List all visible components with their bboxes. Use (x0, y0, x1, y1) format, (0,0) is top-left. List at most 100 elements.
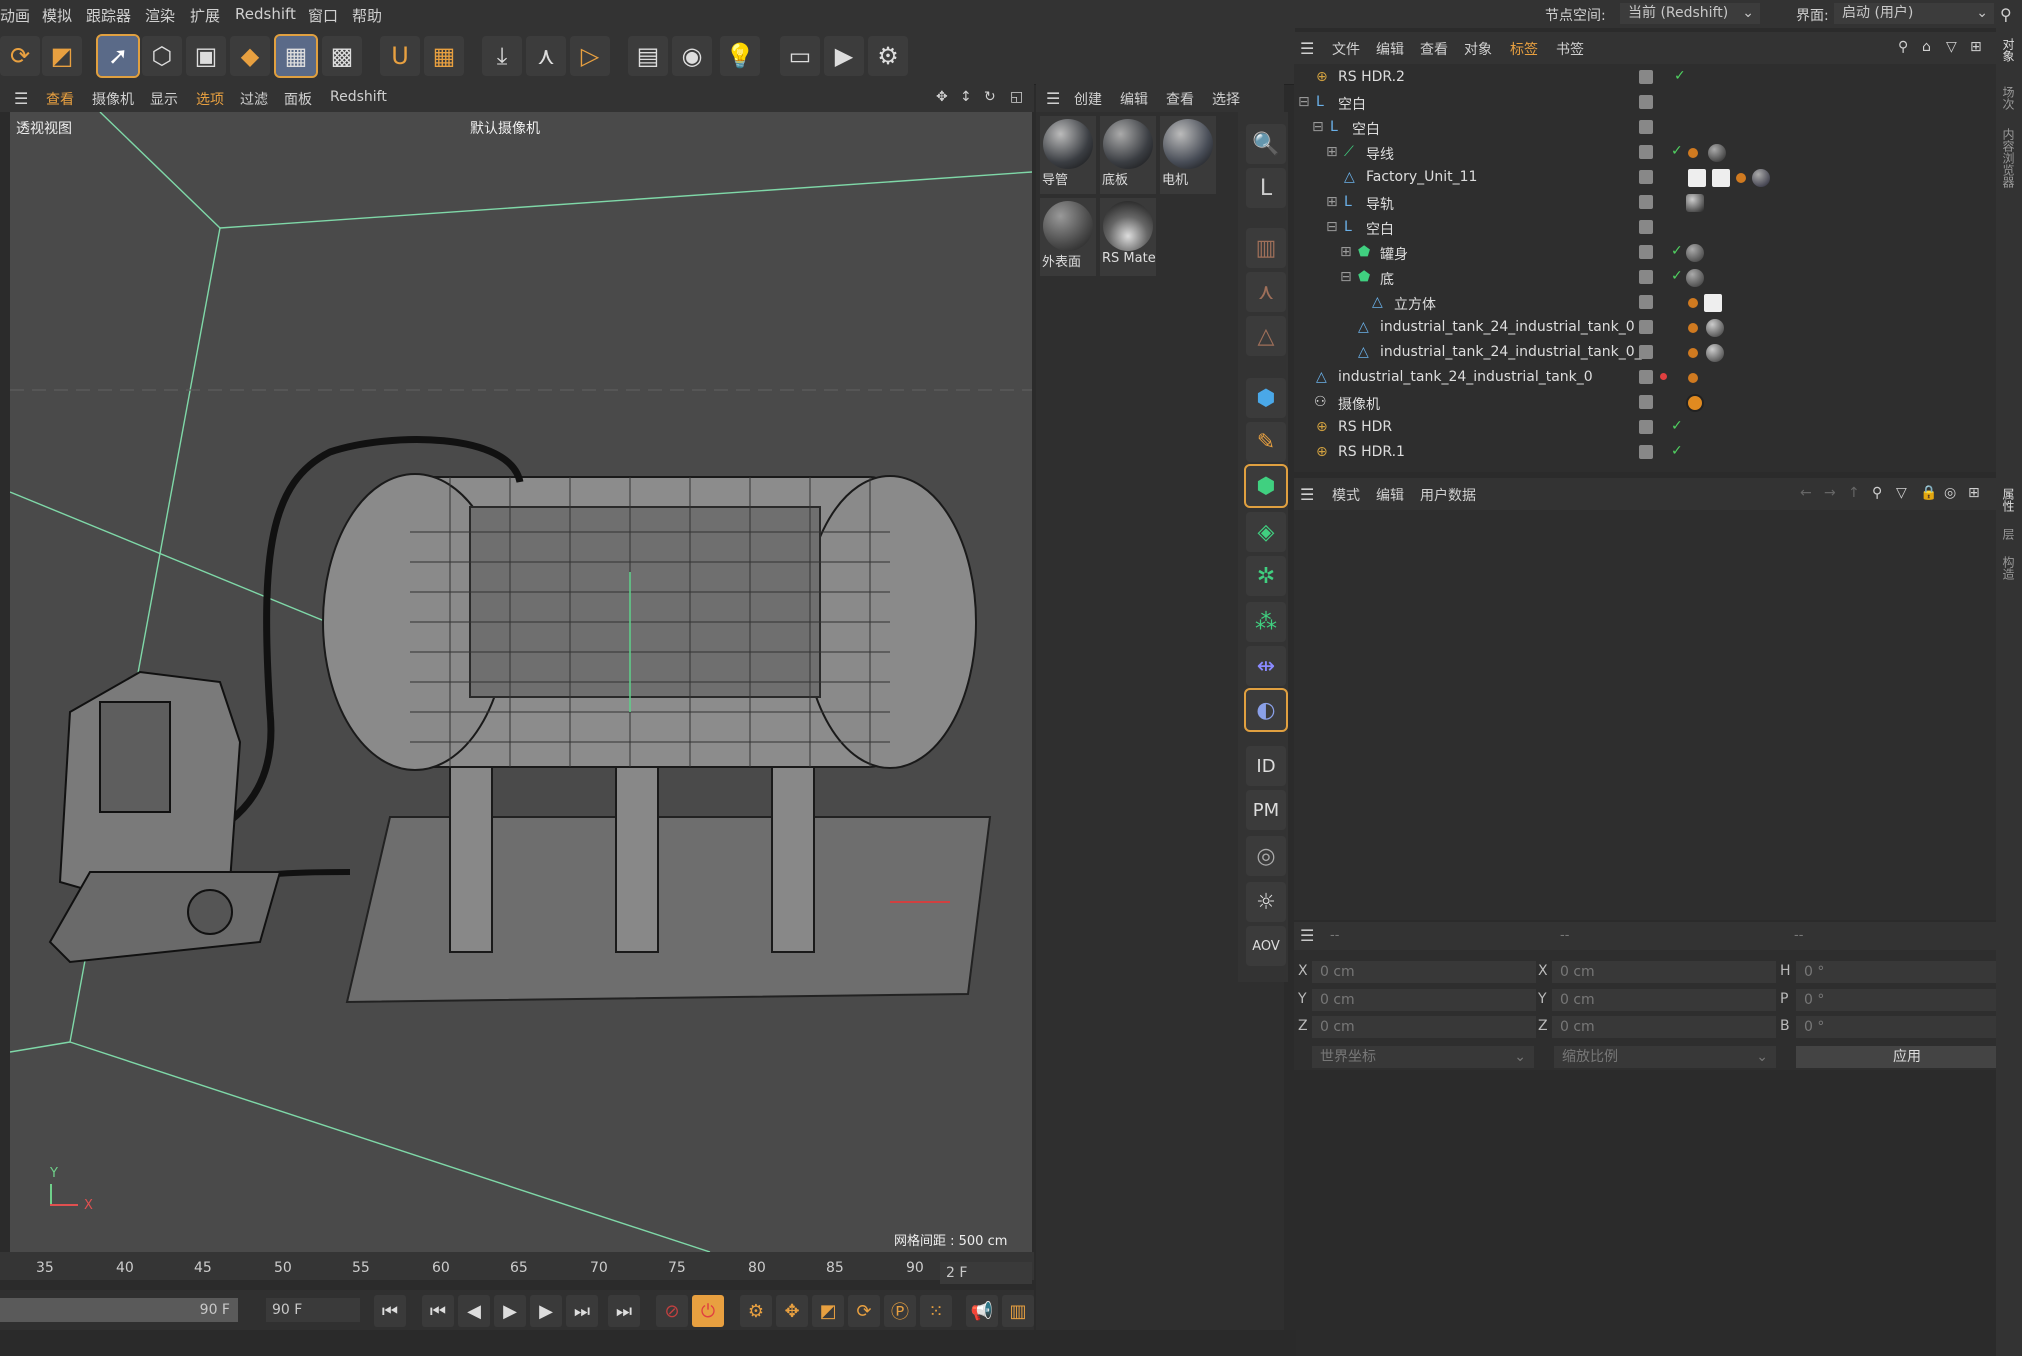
sound-icon[interactable]: 📢 (966, 1295, 998, 1327)
hamburger-icon[interactable]: ☰ (1300, 926, 1314, 945)
auto-key-icon[interactable]: ⏻ (692, 1295, 724, 1327)
visibility-toggle[interactable] (1639, 370, 1653, 384)
object-row[interactable]: ⊕ RS HDR.2 ✓ (1296, 66, 1996, 91)
zoom-icon[interactable]: ↕ (960, 89, 972, 105)
apply-button[interactable]: 应用 (1796, 1046, 2018, 1068)
camera-tag-icon[interactable] (1686, 394, 1704, 412)
menu-animate[interactable]: 动画 (0, 5, 30, 26)
floor-icon[interactable]: ▤ (628, 36, 668, 76)
material-tag-icon[interactable] (1752, 169, 1770, 187)
scale-tool-icon[interactable]: ◩ (42, 36, 82, 76)
end-frame-field[interactable]: 90 F (266, 1298, 360, 1322)
tag-icon[interactable] (1688, 148, 1698, 158)
tab-objects[interactable]: 对象 (2000, 38, 2017, 62)
render-region-icon[interactable]: ▭ (780, 36, 820, 76)
maximize-icon[interactable]: ◱ (1010, 89, 1023, 105)
object-row[interactable]: ⚇ 摄像机 (1296, 391, 1996, 416)
expand-icon[interactable]: ⊞ (1326, 194, 1338, 210)
check-icon[interactable]: ✓ (1671, 143, 1683, 159)
pos-z-field[interactable]: 0 cm (1312, 1016, 1536, 1038)
hamburger-icon[interactable]: ☰ (1046, 89, 1060, 108)
null-object-icon[interactable]: L (1246, 168, 1286, 208)
obj-menu-view[interactable]: 查看 (1420, 39, 1448, 59)
check-icon[interactable]: ✓ (1671, 268, 1683, 284)
object-row[interactable]: △ Factory_Unit_11 (1296, 166, 1996, 191)
material-swatch[interactable]: 底板 (1100, 116, 1156, 194)
material-swatch[interactable]: 电机 (1160, 116, 1216, 194)
visibility-toggle[interactable] (1639, 445, 1653, 459)
pos-x-field[interactable]: 0 cm (1312, 961, 1536, 983)
keyframe-settings-icon[interactable]: ⚙ (740, 1295, 772, 1327)
mat-menu-select[interactable]: 选择 (1212, 89, 1240, 109)
check-icon[interactable]: ✓ (1671, 243, 1683, 259)
vp-menu-filter[interactable]: 过滤 (240, 89, 268, 109)
object-row[interactable]: ⊞ L 导轨 (1296, 191, 1996, 216)
forward-arrow-icon[interactable]: → (1824, 485, 1836, 501)
expand-icon[interactable]: ⊟ (1340, 269, 1352, 285)
film-icon[interactable]: ▥ (1002, 1295, 1034, 1327)
tag-icon[interactable] (1688, 348, 1698, 358)
parameter-key-icon[interactable]: Ⓟ (884, 1295, 916, 1327)
visibility-toggle[interactable] (1639, 295, 1653, 309)
vp-menu-options[interactable]: 选项 (196, 89, 224, 109)
size-x-field[interactable]: 0 cm (1552, 961, 1776, 983)
next-frame-icon[interactable]: ▶ (530, 1295, 562, 1327)
material-tag-icon[interactable] (1686, 269, 1704, 287)
viewport-3d[interactable]: 透视视图 默认摄像机 网格间距 : 500 cm Y X (10, 112, 1032, 1252)
visibility-toggle[interactable] (1639, 320, 1653, 334)
filter-icon[interactable]: ▽ (1896, 485, 1907, 501)
visibility-toggle[interactable] (1639, 170, 1653, 184)
search-icon[interactable]: ⚲ (1898, 39, 1908, 55)
visibility-toggle[interactable] (1639, 420, 1653, 434)
material-tag-icon[interactable] (1686, 244, 1704, 262)
hamburger-icon[interactable]: ☰ (1300, 485, 1314, 504)
light-icon[interactable]: 💡 (720, 36, 760, 76)
tag-icon[interactable] (1688, 373, 1698, 383)
material-tag-icon[interactable] (1708, 144, 1726, 162)
menu-render[interactable]: 渲染 (145, 5, 175, 26)
cloner-icon[interactable]: ⁂ (1246, 602, 1286, 642)
home-icon[interactable]: ⌂ (1922, 39, 1931, 55)
aov-icon[interactable]: AOV (1246, 926, 1286, 966)
id-icon[interactable]: ID (1246, 746, 1286, 786)
material-swatch[interactable]: 外表面 (1040, 198, 1096, 276)
vp-menu-camera[interactable]: 摄像机 (92, 89, 134, 109)
polygon-mode-icon[interactable]: ◆ (230, 36, 270, 76)
menu-tracker[interactable]: 跟踪器 (86, 5, 131, 26)
material-tag-icon[interactable] (1706, 344, 1724, 362)
rot-b-field[interactable]: 0 ° (1796, 1016, 2018, 1038)
expand-icon[interactable]: ⊞ (1326, 144, 1338, 160)
mat-menu-create[interactable]: 创建 (1074, 89, 1102, 109)
attr-menu-userdata[interactable]: 用户数据 (1420, 485, 1476, 505)
vp-menu-display[interactable]: 显示 (150, 89, 178, 109)
current-frame-field[interactable]: 2 F (940, 1262, 1032, 1284)
play-icon[interactable]: ▶ (494, 1295, 526, 1327)
material-tag-icon[interactable] (1686, 194, 1704, 212)
new-window-icon[interactable]: ⊞ (1968, 485, 1980, 501)
pm-icon[interactable]: PM (1246, 790, 1286, 830)
tab-attributes[interactable]: 属性 (2000, 488, 2017, 512)
texture-tag-icon[interactable] (1704, 294, 1722, 312)
checker-icon[interactable]: ▩ (322, 36, 362, 76)
tab-construction[interactable]: 构造 (2000, 556, 2017, 580)
pen-icon[interactable]: ▷ (570, 36, 610, 76)
subdivision-icon[interactable]: ⬢ (1244, 464, 1288, 508)
go-to-end-icon[interactable]: ⏭ (608, 1295, 640, 1327)
cube-tool-icon[interactable]: ▣ (186, 36, 226, 76)
object-row[interactable]: ⊟ L 空白 (1296, 91, 1996, 116)
vp-menu-redshift[interactable]: Redshift (330, 89, 387, 105)
object-row[interactable]: △ industrial_tank_24_industrial_tank_0_0 (1296, 341, 1996, 366)
menu-redshift[interactable]: Redshift (235, 5, 296, 23)
hamburger-icon[interactable]: ☰ (1300, 39, 1314, 58)
rot-h-field[interactable]: 0 ° (1796, 961, 2018, 983)
visibility-toggle[interactable] (1639, 95, 1653, 109)
next-key-icon[interactable]: ⏭ (566, 1295, 598, 1327)
rotation-key-icon[interactable]: ⟳ (848, 1295, 880, 1327)
joint-icon[interactable]: ⋏ (1246, 272, 1286, 312)
render-settings-icon[interactable]: ⚙ (868, 36, 908, 76)
extrude-icon[interactable]: ◈ (1246, 512, 1286, 552)
scale-select[interactable]: 缩放比例 ⌄ (1554, 1046, 1776, 1068)
interface-select[interactable]: 启动 (用户) ⌄ (1834, 3, 1994, 24)
move-tool-icon[interactable]: ⬡ (142, 36, 182, 76)
expand-icon[interactable]: ⊟ (1312, 119, 1324, 135)
